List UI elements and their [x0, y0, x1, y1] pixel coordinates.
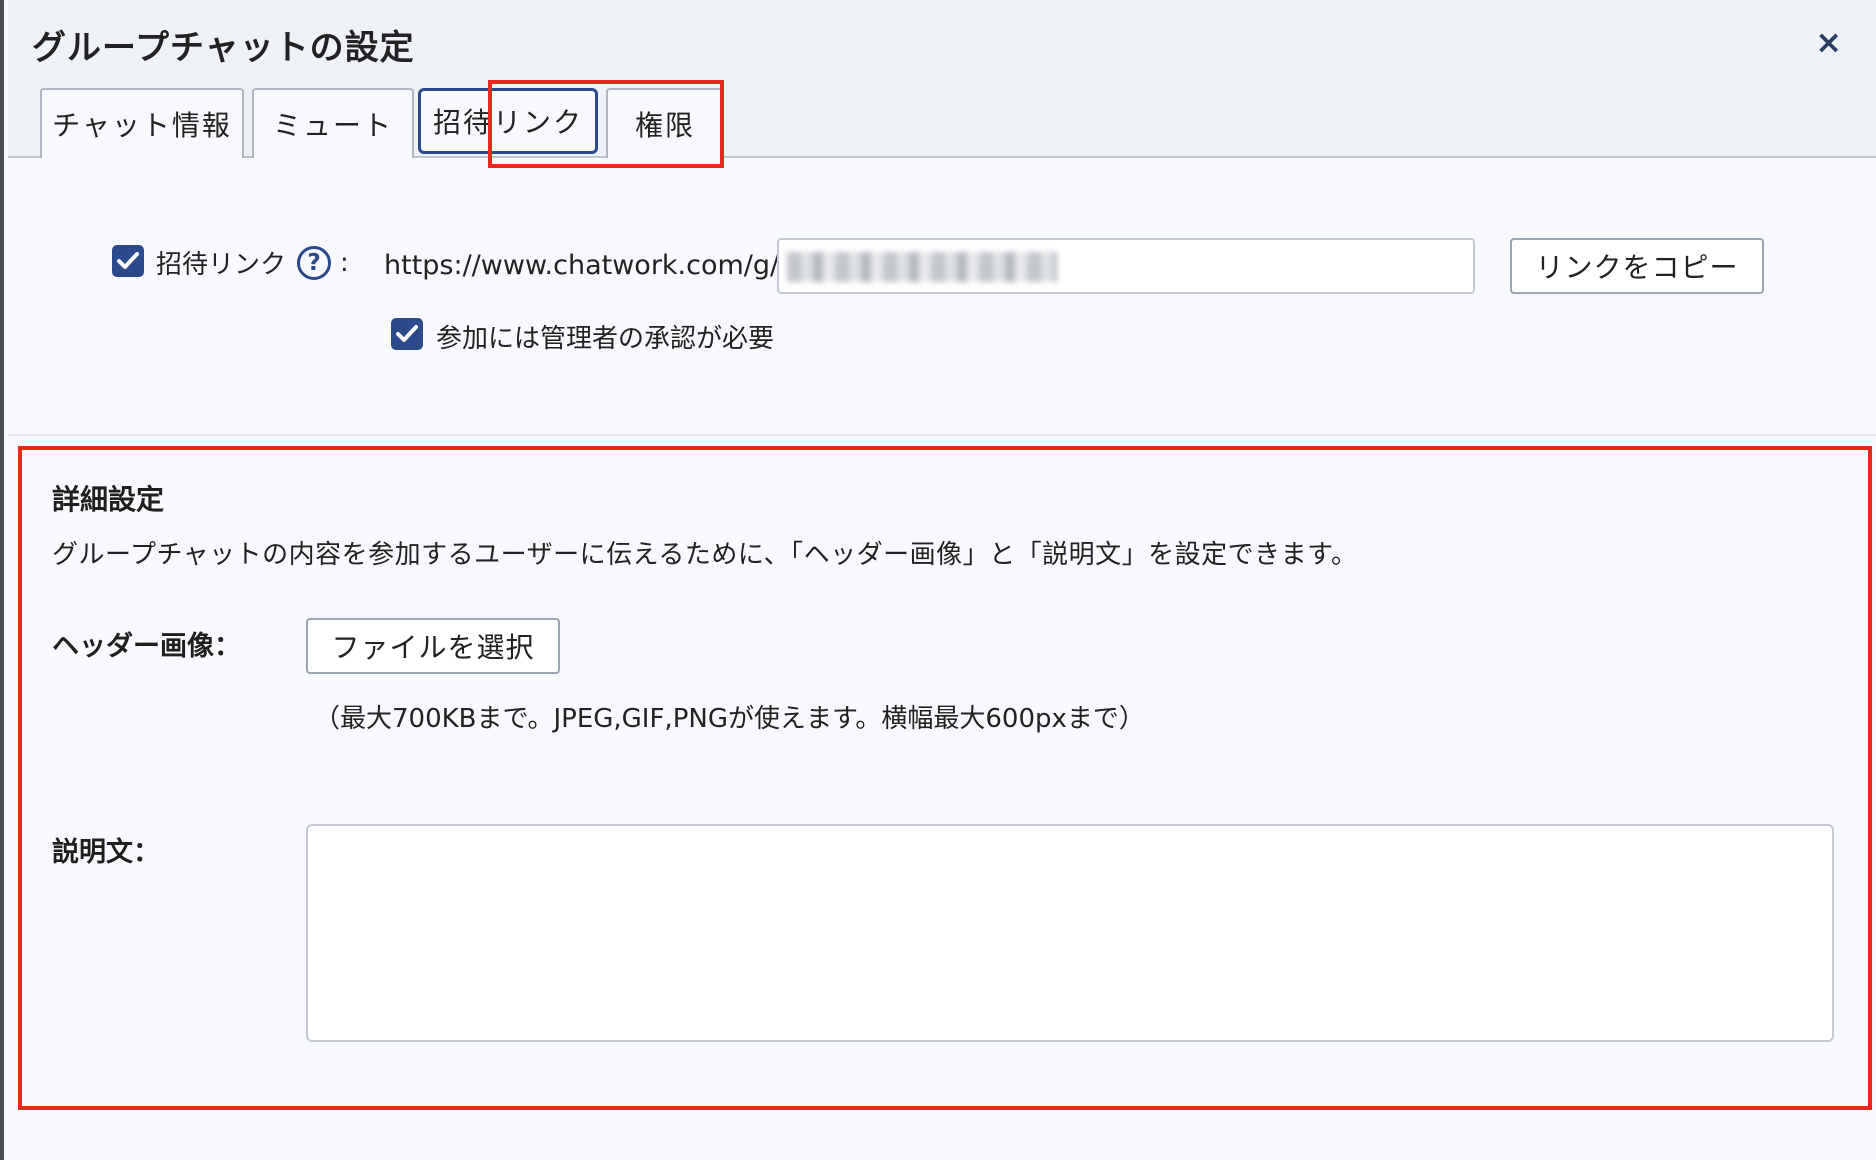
group-chat-settings-dialog: グループチャットの設定 × チャット情報 ミュート 招待リンク 権限 招待リンク…: [0, 0, 1876, 1160]
check-icon: [396, 325, 418, 342]
tab-permissions[interactable]: 権限: [606, 88, 724, 158]
invite-url-prefix: https://www.chatwork.com/g/: [384, 250, 780, 281]
copy-link-button[interactable]: リンクをコピー: [1510, 238, 1764, 294]
invite-link-label: 招待リンク: [156, 250, 287, 280]
blurred-url-token: [787, 252, 1057, 282]
invite-link-checkbox[interactable]: [112, 245, 144, 277]
check-icon: [117, 252, 139, 269]
dialog-title: グループチャットの設定: [32, 28, 415, 68]
section-divider: [8, 434, 1876, 436]
choose-file-button[interactable]: ファイルを選択: [306, 618, 560, 674]
close-icon[interactable]: ×: [1815, 26, 1842, 58]
description-label: 説明文：: [52, 837, 160, 868]
help-icon[interactable]: ?: [297, 246, 331, 280]
tab-invite-link[interactable]: 招待リンク: [418, 88, 598, 154]
dialog-header: グループチャットの設定 × チャット情報 ミュート 招待リンク 権限: [8, 0, 1876, 158]
advanced-settings-title: 詳細設定: [52, 483, 165, 516]
header-image-label: ヘッダー画像：: [52, 631, 241, 662]
advanced-settings-description: グループチャットの内容を参加するユーザーに伝えるために、「ヘッダー画像」と「説明…: [52, 540, 1358, 570]
tab-mute[interactable]: ミュート: [252, 88, 414, 158]
approval-checkbox[interactable]: [391, 318, 423, 350]
approval-label: 参加には管理者の承認が必要: [436, 324, 775, 354]
invite-link-colon: :: [340, 248, 349, 278]
file-size-note: （最大700KBまで。JPEG,GIF,PNGが使えます。横幅最大600pxまで…: [314, 704, 1145, 734]
invite-url-input[interactable]: [777, 238, 1475, 294]
tab-chat-info[interactable]: チャット情報: [40, 88, 244, 158]
description-textarea[interactable]: [306, 824, 1834, 1042]
